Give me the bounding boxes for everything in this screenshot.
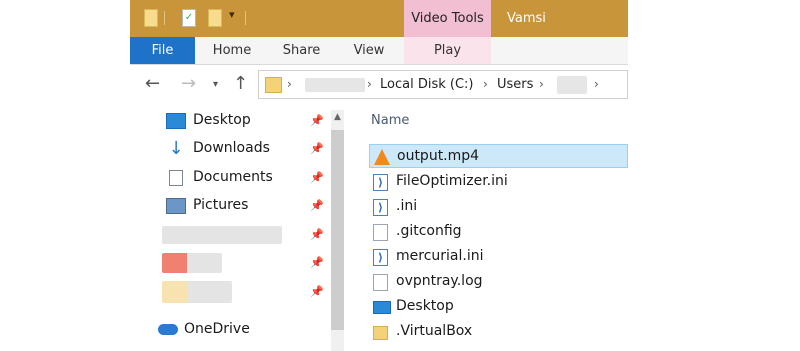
file-name: .gitconfig (396, 223, 462, 239)
file-name: FileOptimizer.ini (396, 173, 508, 189)
contextual-tab-label: Video Tools (411, 11, 484, 26)
file-name: .ini (396, 198, 418, 214)
file-name: ovpntray.log (396, 273, 483, 289)
blurred-breadcrumb[interactable] (557, 76, 587, 94)
contextual-tab-video-tools: Video Tools (404, 0, 491, 37)
toolbar-separator (245, 11, 246, 25)
breadcrumb-separator[interactable]: › (594, 77, 599, 91)
nav-item-label: OneDrive (184, 321, 250, 337)
vlc-icon (374, 149, 390, 165)
breadcrumb-separator[interactable]: › (539, 77, 544, 91)
blurred-nav-item[interactable] (162, 253, 222, 273)
desktop-icon (166, 113, 186, 129)
recent-locations-chevron-icon[interactable]: ▾ (213, 76, 218, 94)
nav-pane-scrollbar-thumb[interactable] (331, 130, 344, 330)
tab-view[interactable]: View (334, 37, 404, 64)
back-arrow-icon[interactable]: ← (145, 75, 160, 93)
file-row[interactable]: ⟩ FileOptimizer.ini (369, 170, 628, 194)
vscode-file-icon: ⟩ (373, 199, 388, 216)
breadcrumb-local-disk[interactable]: Local Disk (C:) (380, 77, 473, 92)
pin-icon[interactable]: 📌 (310, 199, 324, 212)
breadcrumb-separator[interactable]: › (287, 77, 292, 91)
tab-play[interactable]: Play (404, 37, 491, 64)
pin-icon[interactable]: 📌 (310, 256, 324, 269)
window-title: Vamsi (507, 11, 546, 26)
nav-item-label: Pictures (193, 197, 249, 213)
file-row[interactable]: Desktop (369, 295, 628, 319)
pin-icon[interactable]: 📌 (310, 114, 324, 127)
breadcrumb-separator[interactable]: › (367, 77, 372, 91)
pictures-icon (166, 198, 186, 214)
customize-toolbar-icon[interactable]: ▾ (229, 8, 235, 21)
vscode-file-icon: ⟩ (373, 174, 388, 191)
up-arrow-icon[interactable]: ↑ (233, 75, 248, 93)
breadcrumb-users[interactable]: Users (497, 77, 533, 92)
file-row[interactable]: .VirtualBox (369, 320, 628, 344)
file-row[interactable]: ⟩ .ini (369, 195, 628, 219)
blurred-breadcrumb[interactable] (305, 78, 365, 92)
column-header-name[interactable]: Name (371, 113, 409, 128)
blurred-nav-item[interactable] (162, 281, 232, 303)
folder-icon (373, 326, 388, 340)
pin-icon[interactable]: 📌 (310, 171, 324, 184)
downloads-icon: ↓ (168, 138, 184, 159)
toolbar-separator (164, 11, 165, 25)
title-bar: ✓ ▾ Video Tools Vamsi (130, 0, 628, 37)
nav-item-label: Documents (193, 169, 273, 185)
documents-icon (169, 170, 183, 186)
folder-icon[interactable] (144, 9, 158, 27)
new-folder-icon[interactable] (208, 9, 222, 27)
vscode-file-icon: ⟩ (373, 249, 388, 266)
nav-item-label: Desktop (193, 112, 251, 128)
file-name: output.mp4 (397, 148, 480, 164)
document-icon (373, 224, 388, 241)
address-bar[interactable]: › › Local Disk (C:) › Users › › (258, 70, 628, 99)
file-row[interactable]: .gitconfig (369, 220, 628, 244)
ribbon-tabs: File Home Share View Play (130, 37, 628, 65)
tab-file[interactable]: File (130, 37, 195, 64)
scroll-up-arrow-icon[interactable]: ▲ (331, 112, 344, 122)
file-row[interactable]: ovpntray.log (369, 270, 628, 294)
properties-icon[interactable]: ✓ (182, 9, 196, 27)
file-name: .VirtualBox (396, 323, 473, 339)
file-row[interactable]: output.mp4 (369, 144, 628, 168)
document-icon (373, 274, 388, 291)
nav-item-label: Downloads (193, 140, 270, 156)
tab-home[interactable]: Home (195, 37, 269, 64)
blurred-nav-item[interactable] (162, 226, 282, 244)
pin-icon[interactable]: 📌 (310, 285, 324, 298)
pin-icon[interactable]: 📌 (310, 228, 324, 241)
onedrive-icon (158, 324, 178, 335)
pin-icon[interactable]: 📌 (310, 142, 324, 155)
desktop-folder-icon (373, 301, 391, 314)
breadcrumb-separator[interactable]: › (483, 77, 488, 91)
folder-icon (265, 77, 282, 93)
tab-share[interactable]: Share (269, 37, 334, 64)
file-name: Desktop (396, 298, 454, 314)
forward-arrow-icon[interactable]: → (181, 75, 196, 93)
file-row[interactable]: ⟩ mercurial.ini (369, 245, 628, 269)
file-name: mercurial.ini (396, 248, 484, 264)
